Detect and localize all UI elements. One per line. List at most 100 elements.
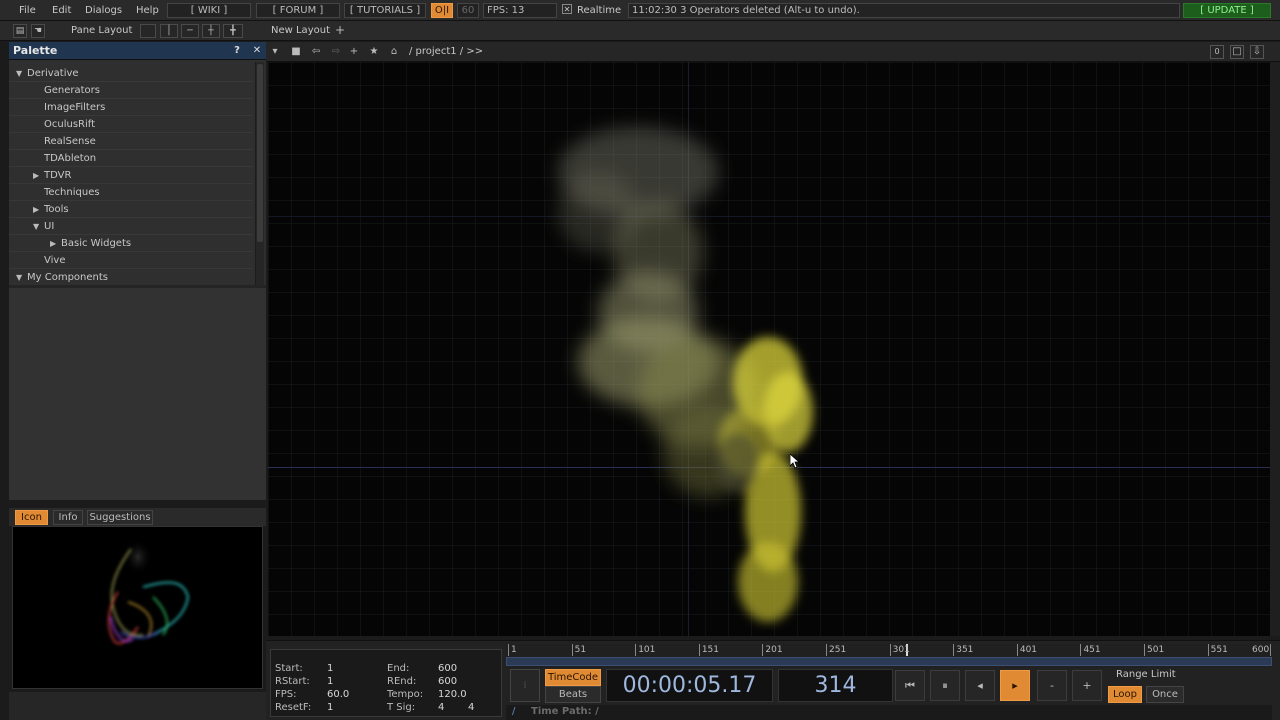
palette-item[interactable]: ▼ UI: [9, 218, 253, 235]
pause-icon[interactable]: ⏸: [930, 670, 960, 701]
wiki-button[interactable]: [ WIKI ]: [167, 3, 251, 18]
ruler-tick-label: 51: [574, 645, 587, 655]
stop-icon[interactable]: ■: [288, 44, 304, 60]
network-scrollbar[interactable]: [1270, 62, 1280, 636]
network-toolbar: ▾ ■ ⇦ ⇨ + ★ ⌂ / project1 / >> 0 □ ⇩: [266, 42, 1280, 62]
palette-item[interactable]: RealSense: [9, 133, 253, 150]
palette-item-label: RealSense: [44, 136, 96, 147]
timecode-mode-button[interactable]: TimeCode: [545, 669, 601, 686]
end-value[interactable]: 600: [438, 663, 457, 674]
menu-file[interactable]: File: [19, 3, 36, 18]
step-back-icon[interactable]: ◂: [965, 670, 995, 701]
expand-arrow-icon[interactable]: ▶: [50, 235, 60, 252]
forward-icon[interactable]: ⇨: [328, 44, 344, 60]
palette-item-label: Basic Widgets: [61, 238, 132, 249]
menu-dialogs[interactable]: Dialogs: [85, 3, 122, 18]
new-layout-label[interactable]: New Layout: [271, 24, 330, 38]
timeline-ruler[interactable]: 1 51 101 151 201 251 301 351 401 451 501 551 600: [506, 644, 1272, 668]
pane-zero-icon[interactable]: 0: [1210, 45, 1224, 59]
update-button[interactable]: [ UPDATE ]: [1183, 3, 1271, 18]
tempo-value[interactable]: 120.0: [438, 689, 467, 700]
palette-item[interactable]: ▶ TDVR: [9, 167, 253, 184]
download-icon[interactable]: ⇩: [1250, 45, 1264, 59]
palette-item[interactable]: OculusRift: [9, 116, 253, 133]
layout-three-icon[interactable]: ┼: [202, 24, 220, 38]
realtime-checkbox[interactable]: ✕: [562, 4, 572, 14]
palette-header: Palette ? ✕: [9, 42, 266, 60]
bookmark-star-icon[interactable]: ★: [366, 44, 382, 60]
hand-icon[interactable]: ☚: [31, 24, 45, 38]
palette-item-label: TDAbleton: [44, 153, 97, 164]
palette-item[interactable]: Techniques: [9, 184, 253, 201]
palette-item-label: ImageFilters: [44, 102, 106, 113]
beats-mode-button[interactable]: Beats: [545, 686, 601, 703]
palette-item[interactable]: ImageFilters: [9, 99, 253, 116]
layout-split-v-icon[interactable]: │: [160, 24, 178, 38]
layout-single-icon[interactable]: [140, 24, 156, 38]
expand-arrow-icon[interactable]: ▶: [33, 201, 43, 218]
rewind-icon[interactable]: ⏮: [895, 670, 925, 701]
once-button[interactable]: Once: [1146, 686, 1184, 703]
expand-arrow-icon[interactable]: ▶: [33, 167, 43, 184]
palette-item[interactable]: ▶ Tools: [9, 201, 253, 218]
tsig-numerator[interactable]: 4: [438, 702, 444, 713]
collapse-arrow-icon[interactable]: ▼: [33, 218, 43, 235]
menu-edit[interactable]: Edit: [52, 3, 71, 18]
palette-close-button[interactable]: ✕: [249, 43, 265, 59]
oi-toggle[interactable]: O|I: [431, 3, 453, 18]
palette-item[interactable]: TDAbleton: [9, 150, 253, 167]
palette-tree: ▼ Derivative Generators ImageFilters OculusR…: [9, 62, 253, 285]
palette-item[interactable]: ▼ Derivative: [9, 65, 253, 82]
step-plus-button[interactable]: +: [1072, 670, 1102, 701]
resetf-value[interactable]: 1: [327, 702, 333, 713]
tsig-label: T Sig:: [387, 702, 416, 713]
menu-bar: File Edit Dialogs Help [ WIKI ] [ FORUM …: [0, 0, 1280, 21]
fps-value[interactable]: 60.0: [327, 689, 349, 700]
add-icon[interactable]: +: [346, 44, 362, 60]
add-layout-button[interactable]: +: [333, 24, 347, 38]
time-path-root[interactable]: /: [512, 705, 515, 719]
tutorials-button[interactable]: [ TUTORIALS ]: [344, 3, 426, 18]
palette-item[interactable]: ▶ Basic Widgets: [9, 235, 253, 252]
network-path[interactable]: / project1 / >>: [409, 44, 483, 60]
layout-split-h-icon[interactable]: ─: [181, 24, 199, 38]
network-editor[interactable]: [268, 62, 1270, 636]
keyboard-icon[interactable]: ▤: [13, 24, 27, 38]
ruler-tick-label: 451: [1083, 645, 1101, 655]
ruler-tick-line: [1270, 644, 1271, 656]
tab-icon[interactable]: Icon: [15, 510, 48, 525]
start-value[interactable]: 1: [327, 663, 333, 674]
maximize-icon[interactable]: □: [1230, 45, 1244, 59]
palette-item[interactable]: Generators: [9, 82, 253, 99]
pane-menu-icon[interactable]: ▾: [267, 44, 283, 60]
collapse-arrow-icon[interactable]: ▼: [16, 269, 26, 285]
layout-four-icon[interactable]: ╋: [223, 24, 243, 38]
palette-scrollbar[interactable]: [255, 62, 264, 285]
play-icon[interactable]: ▸: [1000, 670, 1030, 701]
collapse-arrow-icon[interactable]: ▼: [16, 65, 26, 82]
step-minus-button[interactable]: -: [1037, 670, 1067, 701]
back-icon[interactable]: ⇦: [308, 44, 324, 60]
palette-item[interactable]: Vive: [9, 252, 253, 269]
ruler-tick-label: 600: [1252, 645, 1270, 655]
palette-help-button[interactable]: ?: [229, 43, 245, 59]
home-icon[interactable]: ⌂: [386, 44, 402, 60]
tab-suggestions[interactable]: Suggestions: [87, 510, 153, 525]
forum-button[interactable]: [ FORUM ]: [256, 3, 340, 18]
fps-target[interactable]: 60: [457, 3, 479, 18]
loop-button[interactable]: Loop: [1108, 686, 1142, 703]
mouse-cursor-icon: [790, 454, 801, 469]
palette-item[interactable]: ▼ My Components: [9, 269, 253, 285]
rstart-value[interactable]: 1: [327, 676, 333, 687]
tsig-denominator[interactable]: 4: [468, 702, 474, 713]
frame-display[interactable]: 314: [778, 669, 893, 702]
timeline-range-bar[interactable]: [506, 657, 1272, 666]
ruler-tick-label: 251: [829, 645, 847, 655]
timeline-handle-icon[interactable]: ⁞: [510, 669, 540, 702]
menu-help[interactable]: Help: [136, 3, 159, 18]
palette-scrollbar-thumb[interactable]: [257, 64, 263, 242]
ruler-tick-line: [1080, 644, 1082, 656]
tab-info[interactable]: Info: [53, 510, 83, 525]
timecode-display[interactable]: 00:00:05.17: [606, 669, 773, 702]
rend-value[interactable]: 600: [438, 676, 457, 687]
